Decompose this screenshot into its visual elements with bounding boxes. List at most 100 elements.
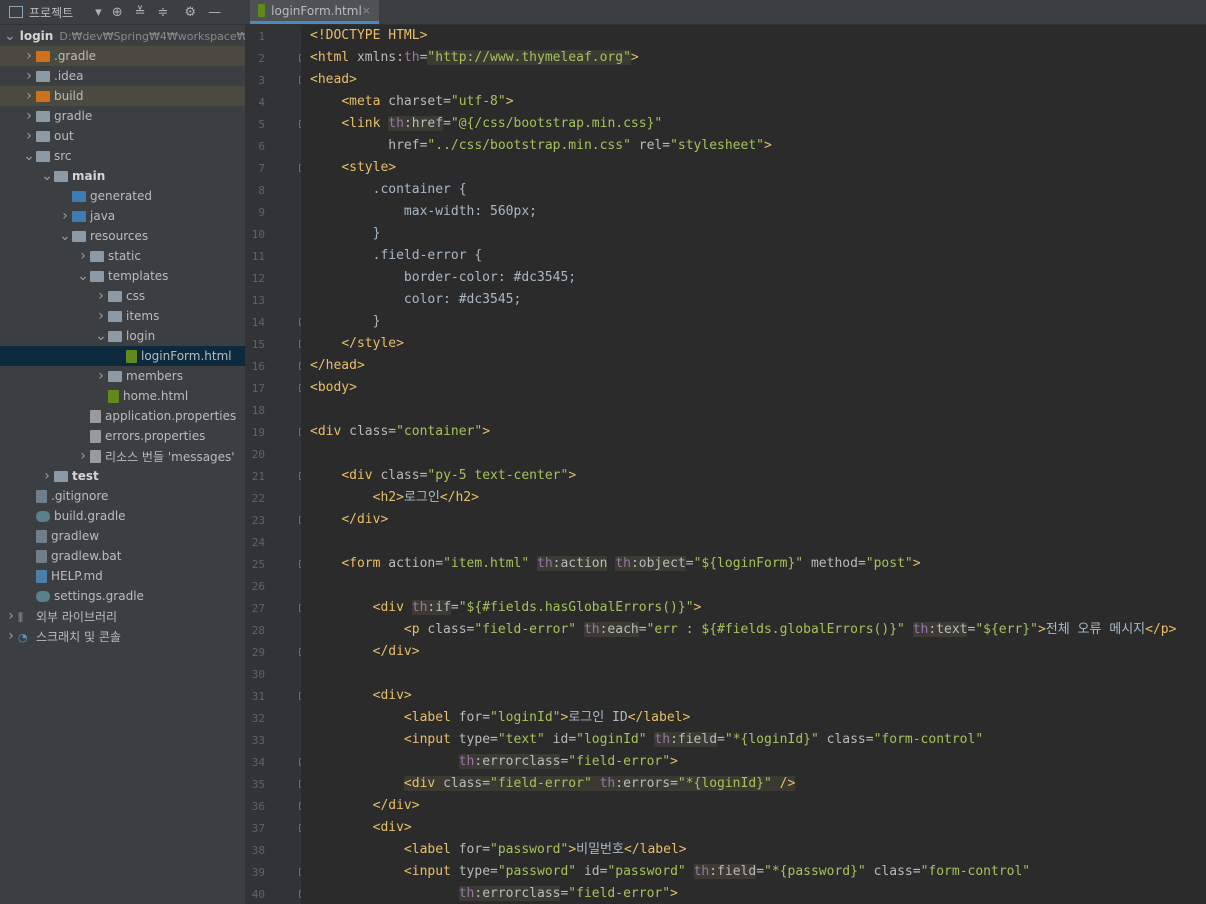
code-token: = [482, 842, 491, 857]
chevron-down-icon[interactable]: ⌄ [58, 228, 72, 244]
code-token: :errors [615, 776, 671, 791]
code-line: <h2>로그인</h2> [310, 487, 479, 509]
code-line: border-color: #dc3545; [310, 267, 576, 289]
tree-item[interactable]: › gradle [0, 106, 245, 126]
tree-item[interactable]: › items [0, 306, 245, 326]
code-editor[interactable]: <!DOCTYPE HTML> <html xmlns:th="http://ww… [301, 25, 1206, 904]
chevron-right-icon[interactable]: › [94, 368, 108, 384]
code-token: th [599, 776, 616, 791]
gear-icon[interactable]: ⚙ [184, 5, 196, 20]
tree-item[interactable]: application.properties [0, 406, 245, 426]
tree-item[interactable]: ⌄ login [0, 326, 245, 346]
chevron-right-icon[interactable]: › [58, 208, 72, 224]
tree-item[interactable]: home.html [0, 386, 245, 406]
code-token: class [865, 864, 913, 879]
code-token: th [583, 622, 600, 637]
tree-item[interactable]: › static [0, 246, 245, 266]
chevron-right-icon[interactable]: › [4, 608, 18, 624]
code-token: for [458, 710, 483, 725]
close-icon[interactable]: × [362, 4, 371, 17]
chevron-down-icon[interactable]: ⌄ [94, 328, 108, 344]
chevron-right-icon[interactable]: › [94, 288, 108, 304]
chevron-right-icon[interactable]: › [76, 248, 90, 264]
file-icon [36, 489, 47, 503]
markdown-icon [36, 569, 47, 583]
chevron-right-icon[interactable]: › [40, 468, 54, 484]
locate-icon[interactable]: ⊕ [112, 5, 123, 20]
tree-item[interactable]: ⌄ resources [0, 226, 245, 246]
tree-item[interactable]: › out [0, 126, 245, 146]
code-token: "@{/css/bootstrap.min.css}" [450, 116, 663, 131]
chevron-right-icon[interactable]: › [22, 128, 36, 144]
code-token: = [490, 864, 498, 879]
code-token: "http://www.thymeleaf.org" [427, 50, 631, 65]
chevron-down-icon[interactable]: ⌄ [22, 148, 36, 164]
tree-item[interactable]: › .idea [0, 66, 245, 86]
chevron-right-icon[interactable]: › [22, 48, 36, 64]
code-token: <label [403, 842, 459, 857]
tab-loginform-html[interactable]: loginForm.html × [250, 0, 379, 24]
gradle-icon [36, 590, 50, 602]
tree-item[interactable]: › .gradle [0, 46, 245, 66]
tree-item[interactable]: HELP.md [0, 566, 245, 586]
tree-item[interactable]: settings.gradle [0, 586, 245, 606]
tree-item[interactable]: errors.properties [0, 426, 245, 446]
chevron-right-icon[interactable]: › [76, 448, 90, 464]
project-title[interactable]: 프로젝트 [29, 4, 73, 21]
chevron-down-icon[interactable]: ⌄ [76, 268, 90, 284]
project-toolbar: 프로젝트 ▾ ⊕ ≚ ≑ ⚙ — [0, 0, 245, 25]
tree-item[interactable]: › css [0, 286, 245, 306]
expand-all-icon[interactable]: ≚ [135, 5, 146, 20]
tree-item[interactable]: ⌄ main [0, 166, 245, 186]
collapse-all-icon[interactable]: ≑ [158, 5, 169, 20]
tree-item[interactable]: › ◔ 스크래치 및 콘솔 [0, 626, 245, 646]
tree-item[interactable]: gradlew.bat [0, 546, 245, 566]
chevron-down-icon[interactable]: ▾ [95, 5, 102, 20]
project-view-icon[interactable] [9, 6, 23, 18]
tree-item[interactable]: › test [0, 466, 245, 486]
code-token: :action [552, 556, 608, 571]
tree-item[interactable]: loginForm.html [0, 346, 245, 366]
code-token: "text" [497, 732, 545, 747]
code-token: :field [709, 864, 757, 879]
code-token: class [427, 622, 467, 637]
code-token: <p [403, 622, 428, 637]
chevron-right-icon[interactable]: › [4, 628, 18, 644]
tree-item[interactable]: › java [0, 206, 245, 226]
tree-item[interactable]: › build [0, 86, 245, 106]
line-number: 9 [258, 206, 265, 219]
tree-item[interactable]: generated [0, 186, 245, 206]
code-line: <p class="field-error" th:each="err : ${… [310, 619, 1176, 641]
tree-item[interactable]: › ⫼ 외부 라이브러리 [0, 606, 245, 626]
tree-item[interactable]: › members [0, 366, 245, 386]
code-token: "*{password}" [764, 864, 866, 879]
tree-item[interactable]: ⌄ templates [0, 266, 245, 286]
line-number: 35 [251, 778, 265, 791]
chevron-right-icon[interactable]: › [22, 68, 36, 84]
tree-item[interactable]: build.gradle [0, 506, 245, 526]
tree-item[interactable]: ⌄ src [0, 146, 245, 166]
chevron-right-icon[interactable]: › [94, 308, 108, 324]
tree-item[interactable]: .gitignore [0, 486, 245, 506]
minimize-icon[interactable]: — [208, 5, 221, 20]
code-line: </div> [310, 509, 388, 531]
line-number: 18 [251, 404, 265, 417]
line-number: 1 [258, 30, 265, 43]
tree-item[interactable]: ⌄ login D:₩dev₩Spring₩4₩workspace₩ [0, 26, 245, 46]
chevron-down-icon[interactable]: ⌄ [40, 168, 54, 184]
code-token: <!DOCTYPE HTML> [310, 28, 428, 43]
chevron-down-icon[interactable]: ⌄ [4, 28, 16, 44]
tab-label: loginForm.html [271, 3, 362, 18]
line-number: 17 [251, 382, 265, 395]
line-number: 23 [251, 514, 265, 527]
code-line: <body> [310, 377, 357, 399]
chevron-right-icon[interactable]: › [22, 108, 36, 124]
tree-item[interactable]: › 리소스 번들 'messages' [0, 446, 245, 466]
code-token: /> [771, 776, 796, 791]
chevron-right-icon[interactable]: › [22, 88, 36, 104]
tree-item[interactable]: gradlew [0, 526, 245, 546]
